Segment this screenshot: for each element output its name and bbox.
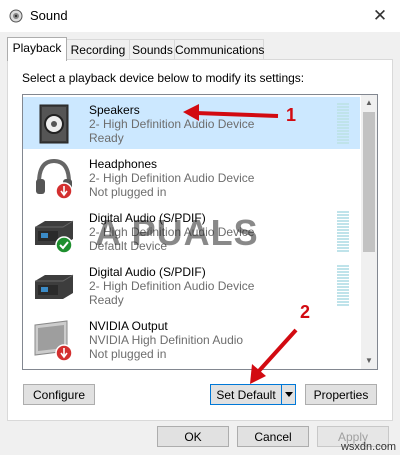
properties-button[interactable]: Properties	[305, 384, 377, 405]
title-bar: Sound ✕	[0, 0, 400, 32]
tab-communications[interactable]: Communications	[174, 39, 264, 60]
scroll-down-arrow-icon[interactable]: ▼	[361, 353, 377, 369]
headphones-icon	[36, 158, 73, 200]
device-name: Speakers	[89, 103, 140, 117]
set-default-button[interactable]: Set Default	[210, 384, 282, 405]
device-status: Not plugged in	[89, 185, 167, 199]
close-icon: ✕	[372, 6, 388, 25]
digital-audio-icon	[35, 220, 74, 254]
window-title: Sound	[30, 8, 68, 23]
device-status: Not plugged in	[89, 347, 167, 361]
scrollbar-thumb[interactable]	[363, 112, 375, 252]
site-watermark: wsxdn.com	[340, 441, 396, 453]
level-meter	[337, 211, 349, 253]
list-item[interactable]: Speakers 2- High Definition Audio Device…	[23, 97, 360, 149]
tab-sounds[interactable]: Sounds	[129, 39, 176, 60]
set-default-dropdown-icon[interactable]	[281, 384, 296, 405]
level-meter	[337, 265, 349, 307]
device-name: NVIDIA Output	[89, 319, 168, 333]
device-description: 2- High Definition Audio Device	[89, 117, 255, 131]
annotation-number-1: 1	[286, 105, 297, 125]
scroll-up-arrow-icon[interactable]: ▲	[361, 95, 377, 111]
device-description: NVIDIA High Definition Audio	[89, 333, 244, 347]
device-status: Ready	[89, 293, 124, 307]
tab-playback[interactable]: Playback	[7, 37, 67, 61]
device-description: 2- High Definition Audio Device	[89, 171, 255, 185]
list-item[interactable]: Headphones 2- High Definition Audio Devi…	[23, 151, 360, 203]
monitor-icon	[34, 320, 73, 362]
appuals-watermark: A PUALS	[95, 212, 259, 253]
annotation-number-2: 2	[300, 302, 311, 322]
device-list-scrollbar[interactable]: ▲ ▼	[361, 95, 377, 369]
device-name: Headphones	[89, 157, 158, 171]
ok-button[interactable]: OK	[157, 426, 229, 447]
device-status: Ready	[89, 131, 124, 145]
tab-recording[interactable]: Recording	[65, 39, 131, 60]
speaker-icon	[39, 104, 69, 144]
sound-app-icon	[9, 9, 23, 23]
device-description: 2- High Definition Audio Device	[89, 279, 255, 293]
configure-button[interactable]: Configure	[23, 384, 95, 405]
cancel-button[interactable]: Cancel	[237, 426, 309, 447]
level-meter	[337, 103, 349, 145]
close-button[interactable]: ✕	[360, 0, 400, 32]
device-name: Digital Audio (S/PDIF)	[89, 265, 206, 279]
instruction-text: Select a playback device below to modify…	[22, 71, 305, 85]
digital-audio-icon	[35, 274, 74, 299]
